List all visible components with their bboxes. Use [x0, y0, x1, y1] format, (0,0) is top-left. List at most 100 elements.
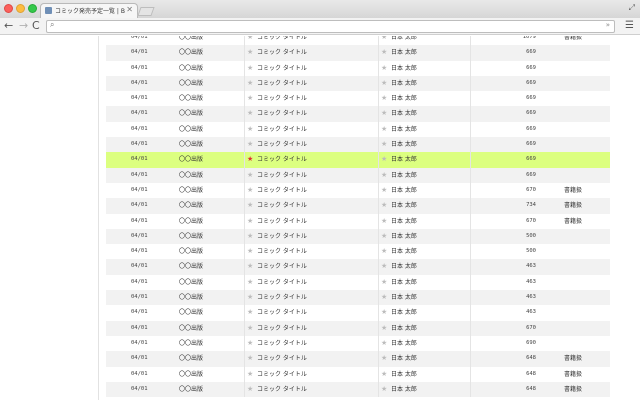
new-tab-button[interactable] [137, 7, 155, 16]
author-star-icon[interactable]: ★ [381, 290, 387, 305]
author-name[interactable]: 日本 太郎 [391, 367, 417, 382]
author-name[interactable]: 日本 太郎 [391, 290, 417, 305]
author-name[interactable]: 日本 太郎 [391, 106, 417, 121]
author-star-icon[interactable]: ★ [381, 61, 387, 76]
comic-title[interactable]: コミック タイトル [257, 259, 307, 274]
window-close-button[interactable] [4, 4, 13, 13]
comic-title[interactable]: コミック タイトル [257, 122, 307, 137]
author-name[interactable]: 日本 太郎 [391, 214, 417, 229]
favorite-star-icon[interactable]: ★ [247, 259, 253, 274]
author-name[interactable]: 日本 太郎 [391, 305, 417, 320]
favorite-star-icon[interactable]: ★ [247, 91, 253, 106]
author-name[interactable]: 日本 太郎 [391, 76, 417, 91]
comic-title[interactable]: コミック タイトル [257, 275, 307, 290]
author-name[interactable]: 日本 太郎 [391, 244, 417, 259]
table-row[interactable]: 04/01 〇〇出版 ★ コミック タイトル ★ 日本 太郎 500 [106, 244, 610, 260]
table-row[interactable]: 04/01 〇〇出版 ★ コミック タイトル ★ 日本 太郎 670 [106, 320, 610, 336]
favorite-star-icon[interactable]: ★ [247, 137, 253, 152]
comic-title[interactable]: コミック タイトル [257, 382, 307, 397]
forward-button[interactable]: → [19, 19, 28, 33]
table-row[interactable]: 04/01 〇〇出版 ★ コミック タイトル ★ 日本 太郎 463 [106, 305, 610, 321]
author-star-icon[interactable]: ★ [381, 382, 387, 397]
favorite-star-icon[interactable]: ★ [247, 152, 253, 167]
favorite-star-icon[interactable]: ★ [247, 229, 253, 244]
author-name[interactable]: 日本 太郎 [391, 275, 417, 290]
favorite-star-icon[interactable]: ★ [247, 214, 253, 229]
window-minimize-button[interactable] [16, 4, 25, 13]
browser-tab[interactable]: コミック発売予定一覧 | Boo ✕ [40, 3, 138, 18]
back-button[interactable]: ← [4, 19, 13, 33]
comic-title[interactable]: コミック タイトル [257, 36, 307, 45]
author-star-icon[interactable]: ★ [381, 76, 387, 91]
favorite-star-icon[interactable]: ★ [247, 290, 253, 305]
table-row[interactable]: 04/01 〇〇出版 ★ コミック タイトル ★ 日本 太郎 669 [106, 106, 610, 122]
comic-title[interactable]: コミック タイトル [257, 61, 307, 76]
favorite-star-icon[interactable]: ★ [247, 36, 253, 45]
author-star-icon[interactable]: ★ [381, 336, 387, 351]
table-row[interactable]: 04/01 〇〇出版 ★ コミック タイトル ★ 日本 太郎 648 書籍扱 [106, 366, 610, 382]
reload-button[interactable]: C [32, 19, 40, 33]
comic-title[interactable]: コミック タイトル [257, 106, 307, 121]
page-viewport[interactable]: 04/01 〇〇出版 ★ コミック タイトル ★ 日本 太郎 1079 書籍扱 04/01 〇〇出… [0, 36, 640, 400]
author-star-icon[interactable]: ★ [381, 275, 387, 290]
author-name[interactable]: 日本 太郎 [391, 137, 417, 152]
fullscreen-icon[interactable]: ⤢ [629, 3, 635, 13]
comic-title[interactable]: コミック タイトル [257, 321, 307, 336]
author-name[interactable]: 日本 太郎 [391, 122, 417, 137]
comic-title[interactable]: コミック タイトル [257, 76, 307, 91]
comic-title[interactable]: コミック タイトル [257, 91, 307, 106]
author-name[interactable]: 日本 太郎 [391, 351, 417, 366]
comic-title[interactable]: コミック タイトル [257, 152, 307, 167]
author-star-icon[interactable]: ★ [381, 351, 387, 366]
author-name[interactable]: 日本 太郎 [391, 168, 417, 183]
comic-title[interactable]: コミック タイトル [257, 244, 307, 259]
table-row[interactable]: 04/01 〇〇出版 ★ コミック タイトル ★ 日本 太郎 669 [106, 137, 610, 153]
author-name[interactable]: 日本 太郎 [391, 321, 417, 336]
table-row[interactable]: 04/01 〇〇出版 ★ コミック タイトル ★ 日本 太郎 669 [106, 91, 610, 107]
table-row[interactable]: 04/01 〇〇出版 ★ コミック タイトル ★ 日本 太郎 648 書籍扱 [106, 351, 610, 367]
author-name[interactable]: 日本 太郎 [391, 336, 417, 351]
author-star-icon[interactable]: ★ [381, 321, 387, 336]
author-star-icon[interactable]: ★ [381, 168, 387, 183]
table-row[interactable]: 04/01 〇〇出版 ★ コミック タイトル ★ 日本 太郎 669 [106, 45, 610, 61]
comic-title[interactable]: コミック タイトル [257, 168, 307, 183]
table-row[interactable]: 04/01 〇〇出版 ★ コミック タイトル ★ 日本 太郎 669 [106, 121, 610, 138]
comic-title[interactable]: コミック タイトル [257, 305, 307, 320]
author-star-icon[interactable]: ★ [381, 259, 387, 274]
author-name[interactable]: 日本 太郎 [391, 61, 417, 76]
favorite-star-icon[interactable]: ★ [247, 168, 253, 183]
table-row[interactable]: 04/01 〇〇出版 ★ コミック タイトル ★ 日本 太郎 463 [106, 259, 610, 275]
author-star-icon[interactable]: ★ [381, 367, 387, 382]
author-star-icon[interactable]: ★ [381, 305, 387, 320]
author-name[interactable]: 日本 太郎 [391, 229, 417, 244]
comic-title[interactable]: コミック タイトル [257, 183, 307, 198]
comic-title[interactable]: コミック タイトル [257, 229, 307, 244]
comic-title[interactable]: コミック タイトル [257, 351, 307, 366]
table-row[interactable]: 04/01 〇〇出版 ★ コミック タイトル ★ 日本 太郎 734 書籍扱 [106, 198, 610, 214]
table-row[interactable]: 04/01 〇〇出版 ★ コミック タイトル ★ 日本 太郎 463 [106, 290, 610, 306]
author-star-icon[interactable]: ★ [381, 45, 387, 60]
favorite-star-icon[interactable]: ★ [247, 336, 253, 351]
author-star-icon[interactable]: ★ [381, 244, 387, 259]
extensions-overflow-icon[interactable]: » [606, 21, 610, 29]
menu-icon[interactable]: ☰ [625, 20, 634, 32]
author-name[interactable]: 日本 太郎 [391, 45, 417, 60]
author-name[interactable]: 日本 太郎 [391, 152, 417, 167]
favorite-star-icon[interactable]: ★ [247, 275, 253, 290]
favorite-star-icon[interactable]: ★ [247, 61, 253, 76]
author-name[interactable]: 日本 太郎 [391, 382, 417, 397]
comic-title[interactable]: コミック タイトル [257, 336, 307, 351]
author-star-icon[interactable]: ★ [381, 122, 387, 137]
table-row[interactable]: 04/01 〇〇出版 ★ コミック タイトル ★ 日本 太郎 670 書籍扱 [106, 182, 610, 199]
favorite-star-icon[interactable]: ★ [247, 122, 253, 137]
author-star-icon[interactable]: ★ [381, 214, 387, 229]
favorite-star-icon[interactable]: ★ [247, 198, 253, 213]
table-row[interactable]: 04/01 〇〇出版 ★ コミック タイトル ★ 日本 太郎 669 [106, 60, 610, 76]
author-name[interactable]: 日本 太郎 [391, 259, 417, 274]
favorite-star-icon[interactable]: ★ [247, 183, 253, 198]
author-star-icon[interactable]: ★ [381, 152, 387, 167]
comic-title[interactable]: コミック タイトル [257, 198, 307, 213]
author-name[interactable]: 日本 太郎 [391, 183, 417, 198]
author-star-icon[interactable]: ★ [381, 198, 387, 213]
table-row[interactable]: 04/01 〇〇出版 ★ コミック タイトル ★ 日本 太郎 670 書籍扱 [106, 213, 610, 229]
